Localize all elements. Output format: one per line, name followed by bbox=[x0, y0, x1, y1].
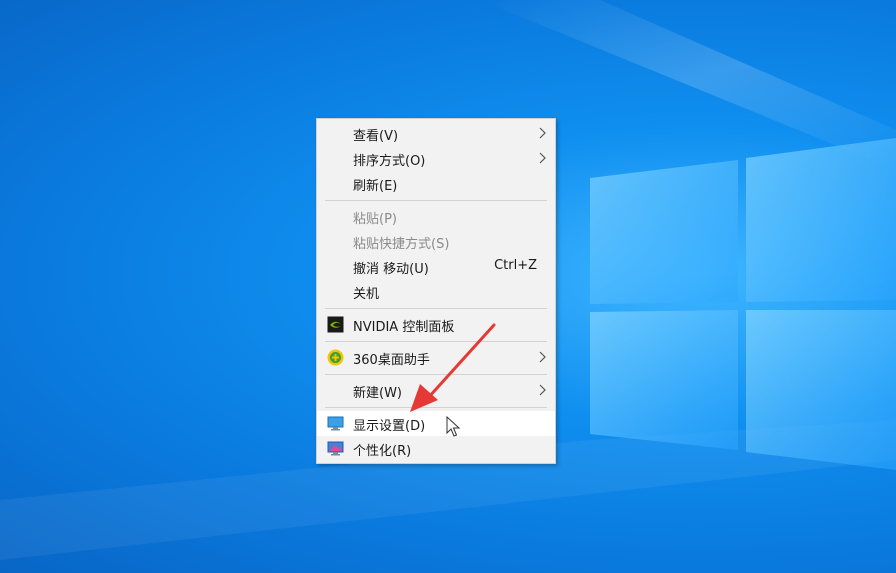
menu-item-label: 排序方式(O) bbox=[353, 154, 426, 169]
chevron-right-icon bbox=[539, 152, 546, 164]
menu-item-label: 刷新(E) bbox=[353, 179, 398, 194]
menu-item-label: 360桌面助手 bbox=[353, 353, 430, 368]
menu-item-paste[interactable]: 粘贴(P) bbox=[317, 204, 555, 229]
menu-separator bbox=[325, 374, 547, 375]
display-icon bbox=[327, 416, 344, 431]
menu-item-view[interactable]: 查看(V) bbox=[317, 121, 555, 146]
menu-separator bbox=[325, 308, 547, 309]
menu-item-label: 查看(V) bbox=[353, 129, 399, 144]
menu-item-label: 个性化(R) bbox=[353, 444, 412, 459]
menu-item-label: 粘贴(P) bbox=[353, 212, 397, 227]
mouse-cursor-icon bbox=[446, 416, 461, 437]
menu-separator bbox=[325, 200, 547, 201]
menu-item-label: 显示设置(D) bbox=[353, 419, 426, 434]
menu-separator bbox=[325, 341, 547, 342]
chevron-right-icon bbox=[539, 351, 546, 363]
menu-item-undo-move[interactable]: 撤消 移动(U) Ctrl+Z bbox=[317, 254, 555, 279]
menu-item-label: 粘贴快捷方式(S) bbox=[353, 237, 450, 252]
menu-item-personalize[interactable]: 个性化(R) bbox=[317, 436, 555, 461]
menu-item-label: 关机 bbox=[353, 287, 380, 302]
menu-item-new[interactable]: 新建(W) bbox=[317, 378, 555, 403]
menu-item-360-desktop-assistant[interactable]: 360桌面助手 bbox=[317, 345, 555, 370]
desktop-context-menu: 查看(V) 排序方式(O) 刷新(E) 粘贴(P) 粘贴快捷方式(S) 撤消 移… bbox=[316, 118, 556, 464]
menu-item-label: NVIDIA 控制面板 bbox=[353, 320, 455, 335]
menu-item-label: 新建(W) bbox=[353, 386, 402, 401]
menu-item-refresh[interactable]: 刷新(E) bbox=[317, 171, 555, 196]
menu-separator bbox=[325, 407, 547, 408]
nvidia-icon bbox=[327, 316, 344, 333]
menu-item-display-settings[interactable]: 显示设置(D) bbox=[317, 411, 555, 436]
360-icon bbox=[327, 349, 344, 366]
chevron-right-icon bbox=[539, 127, 546, 139]
chevron-right-icon bbox=[539, 384, 546, 396]
menu-item-nvidia-control-panel[interactable]: NVIDIA 控制面板 bbox=[317, 312, 555, 337]
menu-item-shutdown[interactable]: 关机 bbox=[317, 279, 555, 304]
menu-item-shortcut: Ctrl+Z bbox=[494, 258, 537, 273]
personalize-icon bbox=[327, 441, 344, 456]
menu-item-paste-shortcut[interactable]: 粘贴快捷方式(S) bbox=[317, 229, 555, 254]
menu-item-sort-by[interactable]: 排序方式(O) bbox=[317, 146, 555, 171]
menu-item-label: 撤消 移动(U) bbox=[353, 262, 429, 277]
